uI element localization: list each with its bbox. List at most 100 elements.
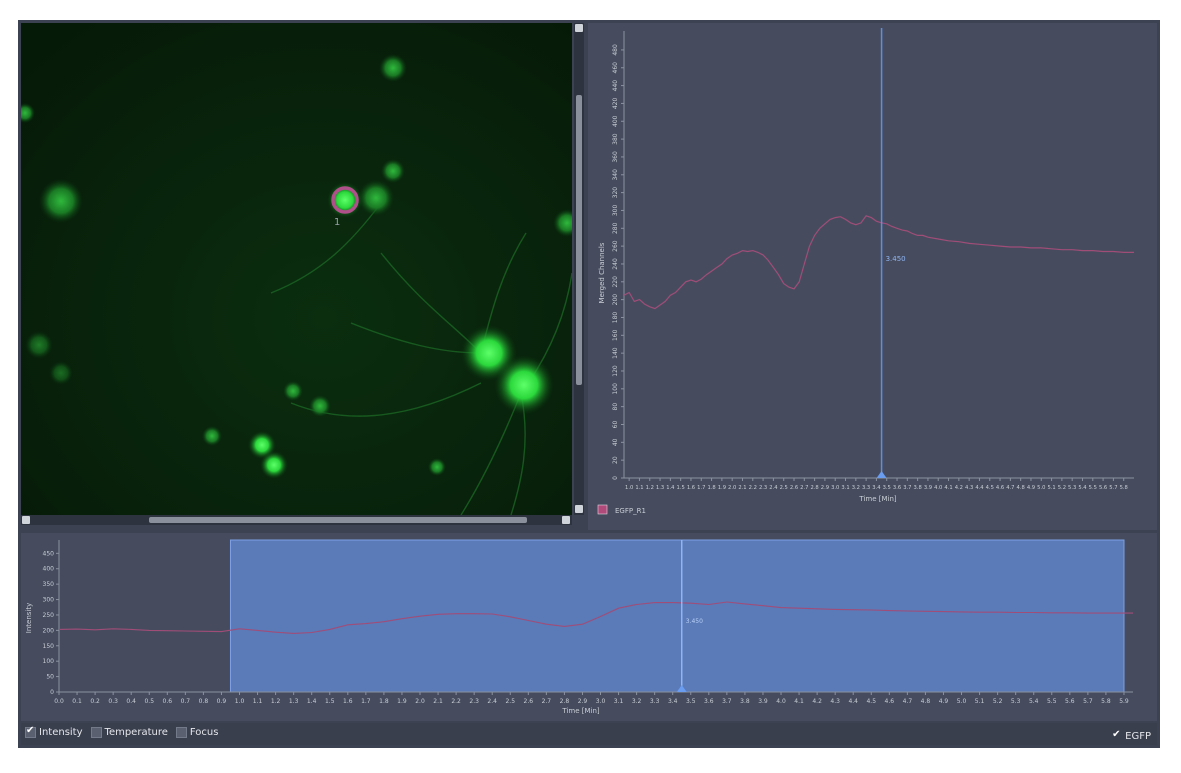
x-tick-label: 2.9 xyxy=(821,485,829,491)
x-tick-label: 5.4 xyxy=(1078,485,1087,491)
y-tick-label: 140 xyxy=(612,347,619,359)
selection-range[interactable] xyxy=(229,539,1125,693)
x-tick-label: 5.7 xyxy=(1083,698,1093,705)
y-tick-label: 50 xyxy=(46,674,54,681)
y-tick-label: 450 xyxy=(43,550,55,557)
egfp-checkbox[interactable]: EGFP xyxy=(1111,729,1151,742)
cursor-handle-icon[interactable] xyxy=(876,471,887,478)
x-tick-label: 0.9 xyxy=(217,698,227,705)
x-tick-label: 1.6 xyxy=(687,485,695,491)
y-axis-label: Intensity xyxy=(25,603,33,633)
x-tick-label: 0.7 xyxy=(181,698,191,705)
x-tick-label: 4.1 xyxy=(944,485,952,491)
x-tick-label: 1.5 xyxy=(325,698,335,705)
focus-label: Focus xyxy=(189,727,219,738)
viewer-vertical-scrollbar[interactable] xyxy=(574,23,584,515)
scroll-down-arrow-icon[interactable] xyxy=(575,505,583,513)
viewer-horizontal-scrollbar[interactable] xyxy=(21,515,572,525)
x-tick-label: 3.5 xyxy=(883,485,891,491)
x-tick-label: 1.7 xyxy=(697,485,705,491)
lower-chart-panel[interactable]: 0 50 100 150 200 250 300 350 400 450 0.0 0.1 0.2 0.3… xyxy=(21,533,1157,721)
y-tick-label: 300 xyxy=(612,205,619,217)
x-tick-label: 2.8 xyxy=(810,485,818,491)
lower-chart[interactable]: 0 50 100 150 200 250 300 350 400 450 0.0 0.1 0.2 0.3… xyxy=(21,533,1157,721)
scroll-right-arrow-icon[interactable] xyxy=(562,516,570,524)
x-tick-label: 0.3 xyxy=(108,698,118,705)
x-tick-label: 3.2 xyxy=(852,485,860,491)
x-tick-label: 3.7 xyxy=(722,698,732,705)
x-tick-label: 1.1 xyxy=(635,485,643,491)
x-tick-label: 5.4 xyxy=(1029,698,1039,705)
x-tick-label: 2.4 xyxy=(769,485,778,491)
x-tick-label: 4.5 xyxy=(866,698,876,705)
x-tick-label: 0.6 xyxy=(163,698,173,705)
intensity-checkbox[interactable]: Intensity xyxy=(25,725,83,738)
x-tick-label: 3.4 xyxy=(668,698,678,705)
x-axis-label: Time [Min] xyxy=(561,707,600,715)
x-tick-label: 3.6 xyxy=(704,698,714,705)
upper-chart-panel[interactable]: 0 20 40 60 80 100 120 140 160 180 200 220 240 260 280 3… xyxy=(588,23,1157,530)
x-tick-label: 2.4 xyxy=(487,698,497,705)
checkbox-checked-icon[interactable] xyxy=(25,725,36,738)
checkbox-checked-icon[interactable] xyxy=(1111,729,1122,742)
y-tick-label: 100 xyxy=(43,658,55,665)
x-tick-label: 3.8 xyxy=(914,485,922,491)
checkbox-unchecked-icon[interactable] xyxy=(90,727,102,738)
y-tick-label: 180 xyxy=(612,312,619,324)
x-tick-label: 5.3 xyxy=(1068,485,1076,491)
x-tick-label: 4.3 xyxy=(830,698,840,705)
x-tick-label: 4.4 xyxy=(848,698,858,705)
fluorescence-image: 1 xyxy=(21,23,572,515)
y-tick-label: 120 xyxy=(612,365,619,377)
y-tick-label: 80 xyxy=(612,403,619,411)
channel-toolbar: Intensity Temperature Focus EGFP xyxy=(21,723,1157,745)
y-tick-label: 320 xyxy=(612,187,619,199)
scroll-left-arrow-icon[interactable] xyxy=(22,516,30,524)
y-tick-label: 150 xyxy=(43,643,55,650)
x-tick-label: 5.8 xyxy=(1120,485,1128,491)
x-tick-label: 4.9 xyxy=(939,698,949,705)
x-tick-label: 2.2 xyxy=(749,485,757,491)
image-viewer[interactable]: 1 xyxy=(21,23,572,515)
x-tick-label: 4.7 xyxy=(1006,485,1014,491)
y-tick-label: 440 xyxy=(612,80,619,92)
x-tick-label: 3.5 xyxy=(686,698,696,705)
x-tick-label: 3.1 xyxy=(614,698,624,705)
y-tick-label: 340 xyxy=(612,169,619,181)
y-tick-label: 160 xyxy=(612,329,619,341)
horizontal-scroll-thumb[interactable] xyxy=(149,517,527,523)
vertical-scroll-thumb[interactable] xyxy=(576,95,582,385)
series-line-egfp-r1 xyxy=(623,215,1134,310)
x-tick-label: 5.7 xyxy=(1109,485,1117,491)
x-tick-label: 2.6 xyxy=(524,698,534,705)
x-tick-label: 3.8 xyxy=(740,698,750,705)
x-tick-label: 5.5 xyxy=(1047,698,1057,705)
y-tick-label: 0 xyxy=(612,476,619,480)
upper-chart[interactable]: 0 20 40 60 80 100 120 140 160 180 200 220 240 260 280 3… xyxy=(588,23,1157,530)
temperature-checkbox[interactable]: Temperature xyxy=(90,727,168,738)
x-tick-label: 5.1 xyxy=(975,698,985,705)
focus-checkbox[interactable]: Focus xyxy=(175,727,219,738)
x-tick-label: 2.5 xyxy=(505,698,515,705)
x-tick-label: 3.4 xyxy=(872,485,881,491)
x-tick-label: 1.2 xyxy=(271,698,281,705)
legend-label: EGFP_R1 xyxy=(615,507,646,515)
y-axis-label: Merged Channels xyxy=(598,242,606,303)
y-tick-label: 350 xyxy=(43,581,55,588)
y-tick-label: 260 xyxy=(612,240,619,252)
x-tick-label: 4.0 xyxy=(934,485,942,491)
x-tick-label: 2.3 xyxy=(469,698,479,705)
scroll-up-arrow-icon[interactable] xyxy=(575,24,583,32)
x-tick-label: 1.0 xyxy=(625,485,633,491)
x-tick-label: 0.2 xyxy=(90,698,100,705)
y-tick-label: 240 xyxy=(612,258,619,270)
x-tick-label: 4.5 xyxy=(986,485,994,491)
x-tick-label: 4.9 xyxy=(1027,485,1035,491)
y-tick-label: 360 xyxy=(612,151,619,163)
x-tick-label: 2.5 xyxy=(780,485,788,491)
x-tick-label: 4.6 xyxy=(885,698,895,705)
x-tick-label: 4.8 xyxy=(921,698,931,705)
egfp-label: EGFP xyxy=(1125,731,1151,742)
x-tick-label: 5.6 xyxy=(1099,485,1107,491)
checkbox-unchecked-icon[interactable] xyxy=(175,727,187,738)
